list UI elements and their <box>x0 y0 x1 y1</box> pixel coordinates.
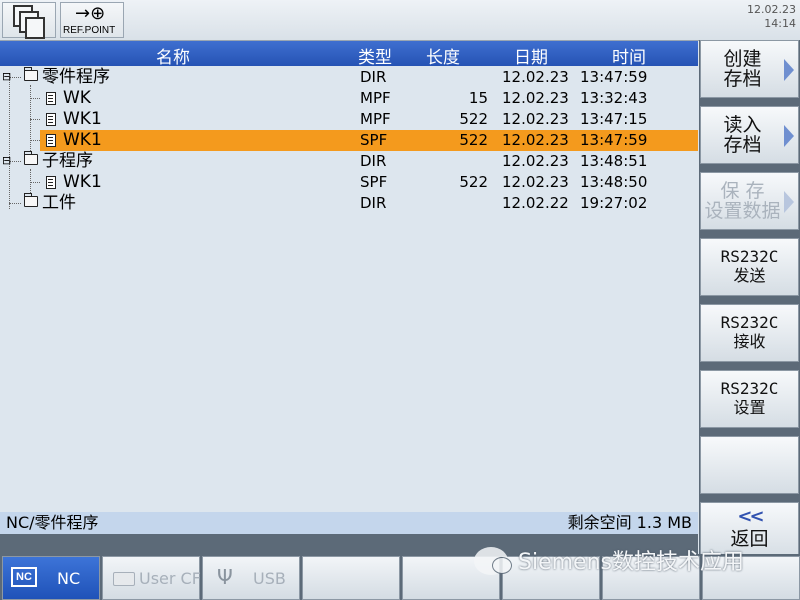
folder-icon <box>24 67 38 81</box>
col-header-time[interactable]: 时间 <box>612 43 646 68</box>
double-chevron-left-icon: << <box>737 506 764 527</box>
list-item[interactable]: WK MPF 15 12.02.23 13:32:43 <box>0 88 698 109</box>
rs232-send-button[interactable]: RS232C 发送 <box>700 238 799 296</box>
save-setup-data-button[interactable]: 保 存 设置数据 <box>700 172 799 230</box>
row-name: WK <box>63 88 91 108</box>
empty-bottom-softkey[interactable] <box>302 556 400 600</box>
row-length: 15 <box>468 89 488 107</box>
read-archive-button[interactable]: 读入 存档 <box>700 106 799 164</box>
list-item[interactable]: WK1 SPF 522 12.02.23 13:48:50 <box>0 172 698 193</box>
row-type: DIR <box>360 152 387 170</box>
window-switch-icon[interactable] <box>2 2 56 39</box>
row-time: 13:47:15 <box>580 110 648 128</box>
tab-usb[interactable]: Ψ USB <box>202 556 300 600</box>
row-name: WK1 <box>63 109 102 129</box>
row-time: 13:48:50 <box>580 173 648 191</box>
arrow-right-icon <box>784 191 794 213</box>
file-icon <box>46 134 56 147</box>
ref-point-label: REF.POINT <box>63 25 116 36</box>
col-header-type[interactable]: 类型 <box>358 43 392 68</box>
row-length: 522 <box>459 110 488 128</box>
collapse-icon[interactable]: ⊟ <box>2 150 11 171</box>
list-item[interactable]: WK1 MPF 522 12.02.23 13:47:15 <box>0 109 698 130</box>
rs232-receive-label: RS232C 接收 <box>720 313 779 351</box>
list-item[interactable]: ⊟ 子程序 DIR 12.02.23 13:48:51 <box>0 151 698 172</box>
cf-card-icon <box>113 572 135 586</box>
time-text: 14:14 <box>764 17 796 30</box>
row-name: WK1 <box>63 130 102 150</box>
tab-user-cf[interactable]: User CF <box>102 556 201 600</box>
wechat-logo-icon <box>474 547 512 575</box>
row-date: 12.02.23 <box>502 173 569 191</box>
arrow-right-icon <box>784 125 794 147</box>
save-setup-data-label: 保 存 设置数据 <box>704 180 781 222</box>
usb-icon: Ψ <box>217 565 233 589</box>
row-type: MPF <box>360 89 391 107</box>
list-item-selected[interactable]: WK1 SPF 522 12.02.23 13:47:59 <box>0 130 698 151</box>
row-type: SPF <box>360 131 388 149</box>
read-archive-label: 读入 存档 <box>723 114 762 156</box>
row-date: 12.02.23 <box>502 131 569 149</box>
rs232-settings-label: RS232C 设置 <box>720 379 779 417</box>
row-date: 12.02.23 <box>502 110 569 128</box>
row-type: MPF <box>360 110 391 128</box>
row-date: 12.02.23 <box>502 89 569 107</box>
empty-softkey[interactable] <box>700 436 799 494</box>
col-header-date[interactable]: 日期 <box>514 43 548 68</box>
row-time: 19:27:02 <box>580 194 648 212</box>
top-bar: →⊕ REF.POINT 12.02.23 14:14 <box>0 0 800 41</box>
folder-icon <box>24 151 38 165</box>
file-icon <box>46 92 56 105</box>
row-type: DIR <box>360 194 387 212</box>
datetime-display: 12.02.23 14:14 <box>747 3 796 31</box>
row-time: 13:48:51 <box>580 152 648 170</box>
folder-icon <box>24 193 38 207</box>
free-space: 剩余空间 1.3 MB <box>567 513 692 532</box>
collapse-icon[interactable]: ⊟ <box>2 66 11 87</box>
row-time: 13:47:59 <box>580 68 648 86</box>
arrow-right-icon <box>784 59 794 81</box>
col-header-length[interactable]: 长度 <box>426 43 460 68</box>
tab-user-cf-label: User CF <box>139 569 201 588</box>
ref-point-button[interactable]: →⊕ REF.POINT <box>60 2 124 38</box>
file-icon <box>46 176 56 189</box>
rs232-settings-button[interactable]: RS232C 设置 <box>700 370 799 428</box>
tab-nc-label: NC <box>57 569 81 588</box>
row-date: 12.02.23 <box>502 152 569 170</box>
rs232-send-label: RS232C 发送 <box>720 247 779 285</box>
list-item[interactable]: ⊟ 零件程序 DIR 12.02.23 13:47:59 <box>0 67 698 88</box>
tab-usb-label: USB <box>253 569 286 588</box>
row-name: 零件程序 <box>42 67 110 87</box>
row-length: 522 <box>459 173 488 191</box>
table-header: 名称 类型 长度 日期 时间 <box>0 41 698 68</box>
watermark-text: Siemens数控技术应用 <box>518 550 744 575</box>
vertical-softkey-bar: 创建 存档 读入 存档 保 存 设置数据 RS232C 发送 RS232C 接收… <box>699 40 800 600</box>
col-header-name[interactable]: 名称 <box>156 43 190 68</box>
create-archive-button[interactable]: 创建 存档 <box>700 40 799 98</box>
row-date: 12.02.22 <box>502 194 569 212</box>
status-bar: NC/零件程序 剩余空间 1.3 MB <box>0 512 698 534</box>
row-name: 子程序 <box>42 151 93 171</box>
file-list: ⊟ 零件程序 DIR 12.02.23 13:47:59 WK MPF 15 1… <box>0 67 698 512</box>
tab-nc[interactable]: NC NC <box>2 556 100 600</box>
row-time: 13:32:43 <box>580 89 648 107</box>
row-type: SPF <box>360 173 388 191</box>
nc-icon: NC <box>11 567 37 587</box>
row-time: 13:47:59 <box>580 131 648 149</box>
row-date: 12.02.23 <box>502 68 569 86</box>
list-item[interactable]: 工件 DIR 12.02.22 19:27:02 <box>0 193 698 214</box>
file-icon <box>46 113 56 126</box>
row-name: WK1 <box>63 172 102 192</box>
row-name: 工件 <box>42 193 76 213</box>
date-text: 12.02.23 <box>747 3 796 16</box>
row-length: 522 <box>459 131 488 149</box>
rs232-receive-button[interactable]: RS232C 接收 <box>700 304 799 362</box>
current-path: NC/零件程序 <box>6 513 99 532</box>
row-type: DIR <box>360 68 387 86</box>
ref-point-icon: →⊕ <box>75 3 106 24</box>
create-archive-label: 创建 存档 <box>723 48 762 90</box>
